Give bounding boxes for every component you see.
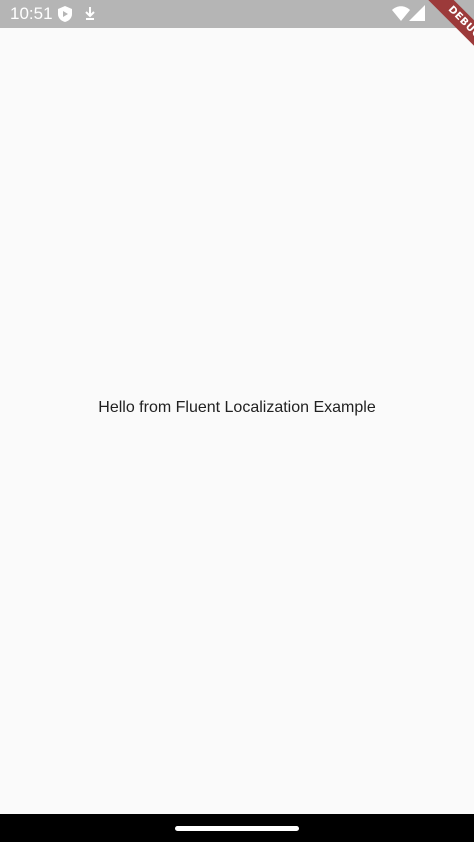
home-gesture-handle[interactable]: [175, 826, 299, 831]
main-content: Hello from Fluent Localization Example: [0, 28, 474, 814]
app-screen: 10:51 DEBUG Hello from Fluent Localizati…: [0, 0, 474, 842]
cell-signal-icon: [409, 5, 425, 21]
play-protect-icon: [58, 6, 72, 22]
hello-message: Hello from Fluent Localization Example: [98, 399, 376, 416]
wifi-icon: [392, 6, 410, 21]
navigation-bar: [0, 814, 474, 842]
download-icon: [85, 7, 95, 20]
status-time: 10:51: [10, 4, 53, 23]
status-bar: 10:51: [0, 0, 474, 28]
